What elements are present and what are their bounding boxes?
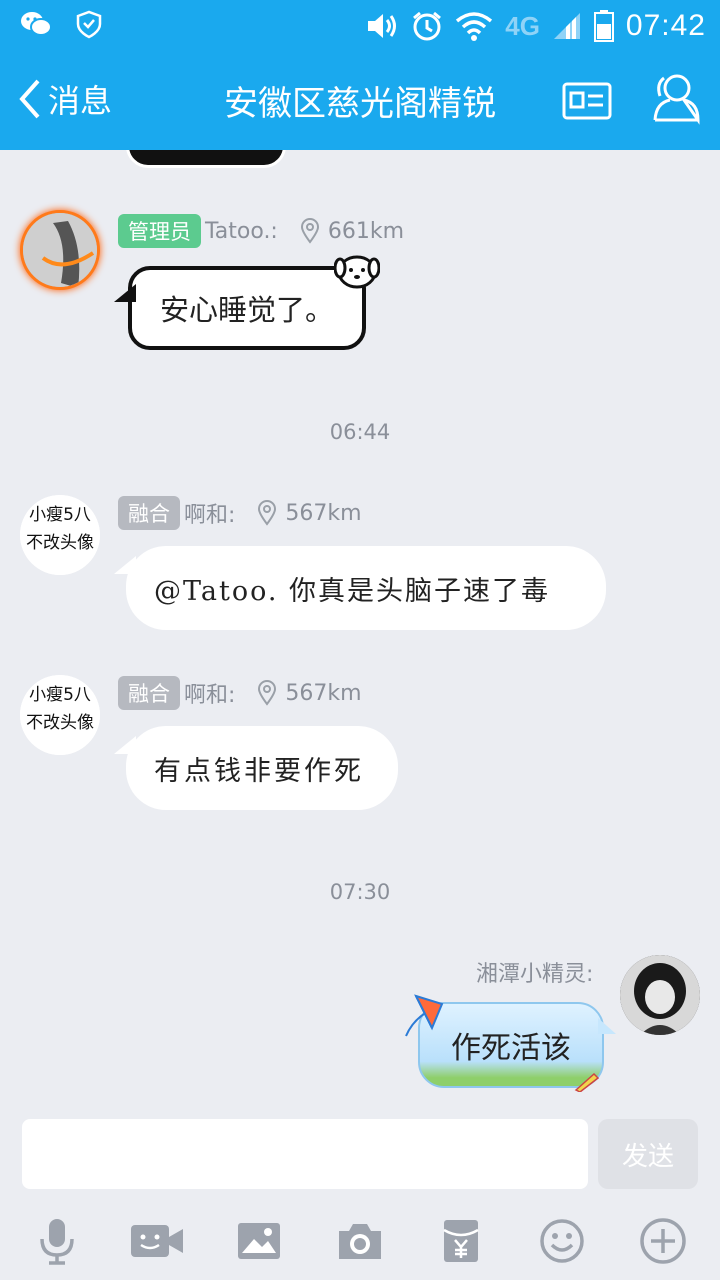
sender-name: Tatoo.: [205,218,278,244]
distance: 661km [327,218,405,244]
red-packet-button[interactable] [433,1215,489,1267]
wechat-icon [21,12,52,36]
voice-button[interactable] [29,1215,85,1267]
group-members-button[interactable] [646,70,704,128]
timestamp: 06:44 [329,420,391,444]
message-bubble[interactable]: @Tatoo. 你真是头脑子速了毒 [114,546,606,630]
role-badge: 管理员 [118,214,201,248]
video-icon [131,1225,183,1257]
red-packet-icon [443,1220,479,1262]
signal-icon [553,13,580,39]
camera-icon [339,1224,381,1259]
message-meta: 管理员 Tatoo.: 661km [118,214,404,248]
profile-card-icon [562,82,612,120]
page-title: 安徽区慈光阁精锐 [224,84,496,124]
back-button[interactable]: 消息 [18,76,112,122]
alarm-icon [413,11,442,41]
clock: 07:42 [625,9,706,42]
message-bubble[interactable]: 有点钱非要作死 [114,726,398,810]
avatar-ahe[interactable]: 小瘦5八 不改头像 [20,675,100,755]
mail-shield-icon [76,10,102,39]
image-icon [238,1223,280,1259]
back-label: 消息 [48,82,113,120]
message-meta: 融合 啊和: 567km [118,676,362,710]
dog-sticker-icon [334,255,380,289]
message-text: @Tatoo. 你真是头脑子速了毒 [154,575,551,607]
send-button[interactable]: 发送 [598,1119,698,1189]
message-text: 安心睡觉了。 [160,293,335,327]
video-button[interactable] [129,1215,185,1267]
contacts-icon [653,74,700,125]
battery-icon [593,10,614,42]
location-pin-icon [258,680,277,706]
distance: 567km [285,500,362,526]
input-bar: 发送 [0,1105,720,1205]
chevron-left-icon [19,79,40,119]
microphone-icon [40,1219,74,1265]
previous-message-tail [126,150,286,168]
location-pin-icon [300,218,319,244]
role-badge: 融合 [118,676,180,710]
message-meta: 融合 啊和: 567km [118,496,362,530]
avatar-text: 小瘦5八 不改头像 [26,505,94,553]
message-meta: 湘潭小精灵: [476,956,593,988]
role-badge: 融合 [118,496,180,530]
avatar-text: 小瘦5八 不改头像 [26,685,94,733]
header: 消息 安徽区慈光阁精锐 [0,50,720,150]
kite-icon [405,994,444,1037]
distance: 567km [285,680,362,706]
emoji-button[interactable] [534,1215,590,1267]
plus-icon [640,1218,686,1264]
sender-name: 啊和: [184,683,236,708]
avatar-self[interactable] [620,955,700,1035]
sender-name: 啊和: [184,503,236,528]
message-text: 有点钱非要作死 [154,755,364,787]
image-button[interactable] [231,1215,287,1267]
status-bar: 4G 07:42 [0,0,720,50]
emoji-icon [540,1219,584,1263]
toolbar [0,1205,720,1280]
avatar-image [620,955,700,1035]
network-type: 4G [505,10,540,41]
message-bubble[interactable]: 安心睡觉了。 [114,266,366,350]
avatar-tatoo[interactable] [20,210,100,290]
message-input[interactable] [22,1119,588,1189]
pencil-icon [574,1072,600,1092]
more-button[interactable] [635,1215,691,1267]
profile-card-button[interactable] [562,82,612,120]
avatar-image [23,213,97,287]
timestamp: 07:30 [329,880,391,904]
volume-icon [368,14,397,38]
location-pin-icon [258,500,277,526]
camera-button[interactable] [332,1215,388,1267]
sender-name: 湘潭小精灵: [476,962,594,987]
avatar-ahe[interactable]: 小瘦5八 不改头像 [20,495,100,575]
wifi-icon [456,12,493,41]
chat-area[interactable]: 管理员 Tatoo.: 661km 安心睡觉了。 06:44 小瘦5八 不改头像… [0,150,720,1105]
message-text: 作死活该 [451,1031,571,1066]
